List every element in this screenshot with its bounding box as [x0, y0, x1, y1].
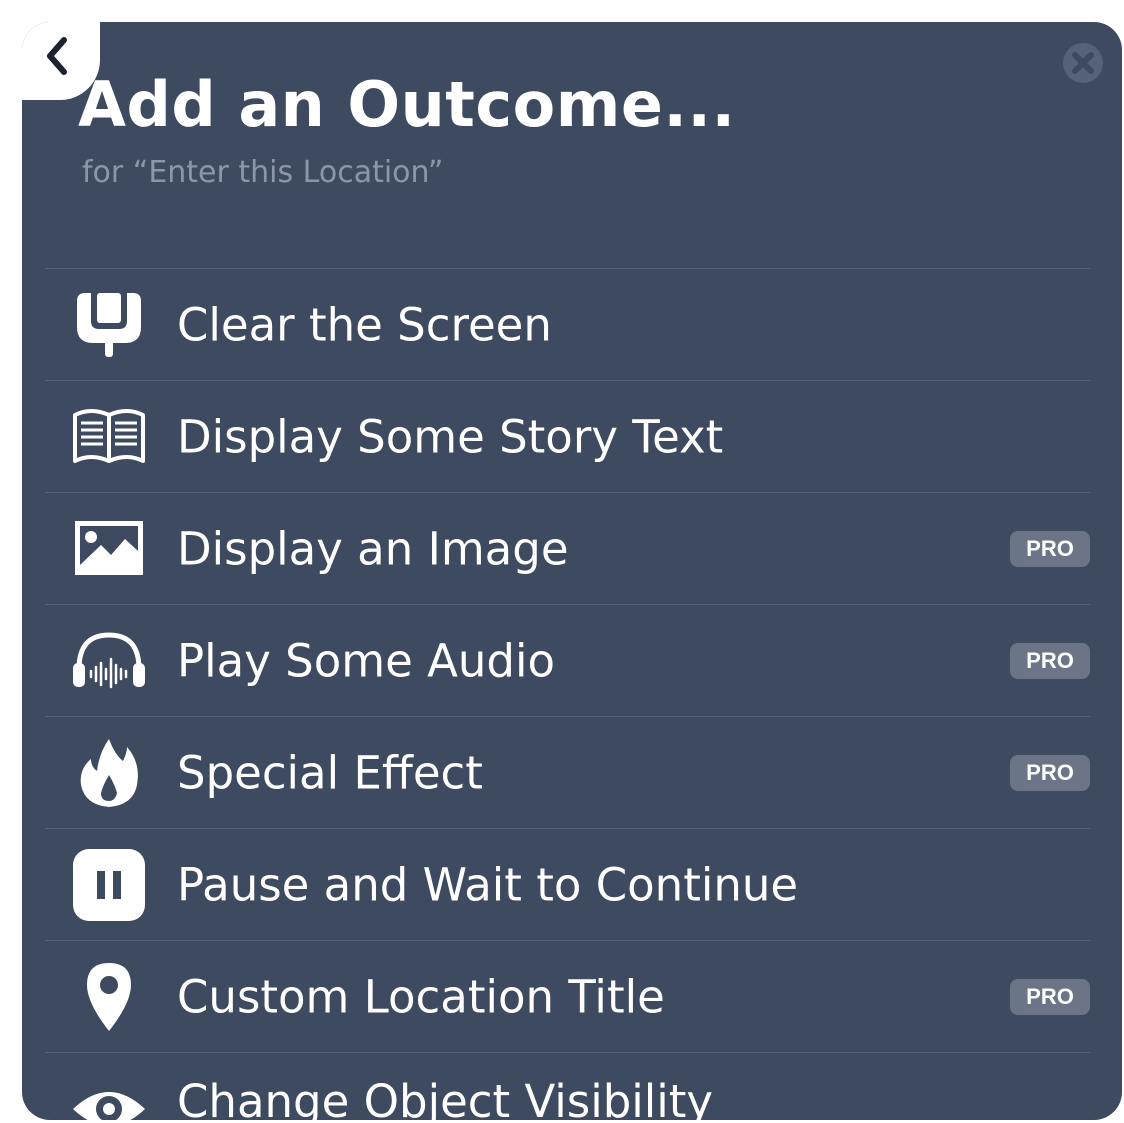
- pause-icon: [71, 847, 147, 923]
- close-button[interactable]: [1062, 42, 1104, 84]
- outcome-item-story-text[interactable]: Display Some Story Text: [45, 380, 1090, 492]
- broom-icon: [71, 287, 147, 363]
- outcome-item-image[interactable]: Display an Image PRO: [45, 492, 1090, 604]
- add-outcome-dialog: Add an Outcome... for “Enter this Locati…: [22, 22, 1122, 1120]
- outcome-item-special-effect[interactable]: Special Effect PRO: [45, 716, 1090, 828]
- headphones-icon: [71, 623, 147, 699]
- location-pin-icon: [71, 959, 147, 1035]
- book-icon: [71, 399, 147, 475]
- fire-icon: [71, 735, 147, 811]
- outcome-label: Change Object Visibility: [177, 1075, 714, 1120]
- outcome-item-visibility[interactable]: Change Object Visibility: [45, 1052, 1090, 1120]
- pro-badge: PRO: [1010, 978, 1090, 1015]
- pro-badge: PRO: [1010, 530, 1090, 567]
- pro-badge: PRO: [1010, 754, 1090, 791]
- outcome-label: Clear the Screen: [177, 298, 552, 351]
- outcome-label: Pause and Wait to Continue: [177, 858, 799, 911]
- pro-badge: PRO: [1010, 642, 1090, 679]
- outcome-label: Special Effect: [177, 746, 483, 799]
- outcome-item-pause[interactable]: Pause and Wait to Continue: [45, 828, 1090, 940]
- outcome-label: Play Some Audio: [177, 634, 555, 687]
- outcome-label: Display an Image: [177, 522, 569, 575]
- outcome-list: Clear the Screen Display Some Story Text: [45, 268, 1090, 1120]
- image-icon: [71, 511, 147, 587]
- page-subtitle: for “Enter this Location”: [82, 155, 444, 190]
- page-title: Add an Outcome...: [78, 68, 736, 141]
- outcome-item-audio[interactable]: Play Some Audio PRO: [45, 604, 1090, 716]
- outcome-label: Custom Location Title: [177, 970, 665, 1023]
- outcome-item-location-title[interactable]: Custom Location Title PRO: [45, 940, 1090, 1052]
- outcome-item-clear-screen[interactable]: Clear the Screen: [45, 268, 1090, 380]
- close-icon: [1063, 43, 1103, 83]
- outcome-label: Display Some Story Text: [177, 410, 724, 463]
- eye-icon: [71, 1071, 147, 1120]
- chevron-left-icon: [47, 37, 67, 75]
